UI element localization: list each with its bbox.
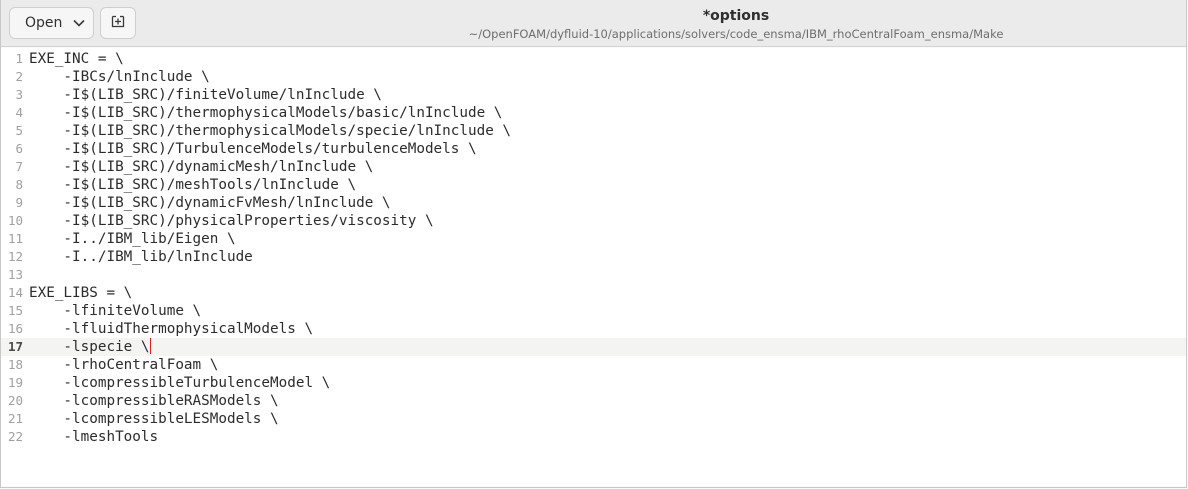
open-button[interactable]: Open (9, 7, 94, 39)
code-line[interactable]: 11 -I../IBM_lib/Eigen \ (1, 230, 1186, 248)
code-line[interactable]: 10 -I$(LIB_SRC)/physicalProperties/visco… (1, 212, 1186, 230)
code-line[interactable]: 3 -I$(LIB_SRC)/finiteVolume/lnInclude \ (1, 86, 1186, 104)
code-line[interactable]: 15 -lfiniteVolume \ (1, 302, 1186, 320)
line-text: -I../IBM_lib/lnInclude (29, 248, 253, 266)
line-text: -lcompressibleLESModels \ (29, 410, 279, 428)
line-number: 17 (7, 339, 23, 354)
line-number: 5 (15, 123, 23, 138)
code-line[interactable]: 9 -I$(LIB_SRC)/dynamicFvMesh/lnInclude \ (1, 194, 1186, 212)
line-text-content: EXE_INC = \ (29, 51, 124, 67)
code-line[interactable]: 12 -I../IBM_lib/lnInclude (1, 248, 1186, 266)
line-text-content: -lmeshTools (29, 429, 159, 445)
line-text-content: -lfiniteVolume \ (29, 303, 202, 319)
code-line[interactable]: 22 -lmeshTools (1, 428, 1186, 446)
line-text: -I../IBM_lib/Eigen \ (29, 230, 236, 248)
line-number: 11 (7, 231, 23, 246)
line-text: EXE_LIBS = \ (29, 284, 132, 302)
line-text-content: -I$(LIB_SRC)/thermophysicalModels/basic/… (29, 105, 503, 121)
line-text-content: -I$(LIB_SRC)/thermophysicalModels/specie… (29, 123, 512, 139)
line-number: 9 (15, 195, 23, 210)
line-number: 22 (7, 429, 23, 444)
line-text-content: -lcompressibleTurbulenceModel \ (29, 375, 331, 391)
header-bar: Open *options ~/OpenFOAM/dyfluid-10/appl… (1, 0, 1186, 47)
code-line[interactable]: 17 -lspecie \ (1, 338, 1186, 356)
line-text-content: -I$(LIB_SRC)/dynamicFvMesh/lnInclude \ (29, 195, 391, 211)
code-line[interactable]: 7 -I$(LIB_SRC)/dynamicMesh/lnInclude \ (1, 158, 1186, 176)
text-editor-window: Open *options ~/OpenFOAM/dyfluid-10/appl… (0, 0, 1187, 488)
code-line[interactable]: 14 EXE_LIBS = \ (1, 284, 1186, 302)
code-line[interactable]: 2 -IBCs/lnInclude \ (1, 68, 1186, 86)
code-line[interactable]: 4 -I$(LIB_SRC)/thermophysicalModels/basi… (1, 104, 1186, 122)
line-number: 19 (7, 375, 23, 390)
line-text-content: -lspecie \ (29, 339, 150, 355)
line-number: 12 (7, 249, 23, 264)
line-number: 8 (15, 177, 23, 192)
code-line[interactable]: 5 -I$(LIB_SRC)/thermophysicalModels/spec… (1, 122, 1186, 140)
line-text: -lfiniteVolume \ (29, 302, 201, 320)
line-number: 2 (15, 69, 23, 84)
line-number: 3 (15, 87, 23, 102)
code-line[interactable]: 6 -I$(LIB_SRC)/TurbulenceModels/turbulen… (1, 140, 1186, 158)
code-line[interactable]: 20 -lcompressibleRASModels \ (1, 392, 1186, 410)
code-line[interactable]: 16 -lfluidThermophysicalModels \ (1, 320, 1186, 338)
line-text: -I$(LIB_SRC)/physicalProperties/viscosit… (29, 212, 434, 230)
line-text: -I$(LIB_SRC)/meshTools/lnInclude \ (29, 176, 356, 194)
line-text: -I$(LIB_SRC)/thermophysicalModels/specie… (29, 122, 511, 140)
document-path: ~/OpenFOAM/dyfluid-10/applications/solve… (468, 27, 1004, 41)
line-text: EXE_INC = \ (29, 50, 124, 68)
title-block: *options ~/OpenFOAM/dyfluid-10/applicati… (331, 6, 1141, 42)
line-text-content: -lcompressibleRASModels \ (29, 393, 279, 409)
line-text: -I$(LIB_SRC)/thermophysicalModels/basic/… (29, 104, 502, 122)
code-lines: 1 EXE_INC = \ 2 -IBCs/lnInclude \ 3 -I$(LIB… (1, 50, 1186, 446)
line-text-content: -IBCs/lnInclude \ (29, 69, 210, 85)
new-tab-button[interactable] (100, 7, 136, 39)
line-text-content: -I../IBM_lib/lnInclude (29, 249, 253, 265)
new-tab-icon (110, 13, 126, 33)
line-text: -lcompressibleTurbulenceModel \ (29, 374, 330, 392)
line-number: 18 (7, 357, 23, 372)
line-number: 21 (7, 411, 23, 426)
chevron-down-icon (73, 17, 85, 29)
text-cursor (149, 338, 151, 354)
open-button-label: Open (25, 15, 63, 31)
line-number: 15 (7, 303, 23, 318)
line-text-content: -I../IBM_lib/Eigen \ (29, 231, 236, 247)
line-number: 13 (7, 267, 23, 282)
line-text: -I$(LIB_SRC)/dynamicMesh/lnInclude \ (29, 158, 373, 176)
line-text: -I$(LIB_SRC)/finiteVolume/lnInclude \ (29, 86, 382, 104)
code-line[interactable]: 21 -lcompressibleLESModels \ (1, 410, 1186, 428)
line-text-content: -I$(LIB_SRC)/physicalProperties/viscosit… (29, 213, 434, 229)
line-number: 20 (7, 393, 23, 408)
line-number: 14 (7, 285, 23, 300)
line-text-content: -lrhoCentralFoam \ (29, 357, 219, 373)
line-number: 4 (15, 105, 23, 120)
line-text-content: -I$(LIB_SRC)/finiteVolume/lnInclude \ (29, 87, 382, 103)
line-text: -lmeshTools (29, 428, 158, 446)
code-line[interactable]: 8 -I$(LIB_SRC)/meshTools/lnInclude \ (1, 176, 1186, 194)
line-number: 6 (15, 141, 23, 156)
line-text-content: EXE_LIBS = \ (29, 285, 133, 301)
line-text: -IBCs/lnInclude \ (29, 68, 210, 86)
line-text-content: -lcompressibleLESModels \ (29, 411, 279, 427)
line-text-content: -I$(LIB_SRC)/meshTools/lnInclude \ (29, 177, 357, 193)
line-number: 1 (15, 51, 23, 66)
code-line[interactable]: 13 (1, 266, 1186, 284)
line-number: 16 (7, 321, 23, 336)
line-text: -lfluidThermophysicalModels \ (29, 320, 313, 338)
line-number: 7 (15, 159, 23, 174)
text-editor-area[interactable]: 1 EXE_INC = \ 2 -IBCs/lnInclude \ 3 -I$(LIB… (1, 48, 1186, 486)
line-number: 10 (7, 213, 23, 228)
line-text-content: -I$(LIB_SRC)/TurbulenceModels/turbulence… (29, 141, 477, 157)
document-title: *options (702, 8, 770, 24)
code-line[interactable]: 1 EXE_INC = \ (1, 50, 1186, 68)
line-text: -lrhoCentralFoam \ (29, 356, 218, 374)
code-line[interactable]: 18 -lrhoCentralFoam \ (1, 356, 1186, 374)
line-text: -lspecie \ (29, 338, 151, 356)
line-text: -I$(LIB_SRC)/TurbulenceModels/turbulence… (29, 140, 477, 158)
line-text: -I$(LIB_SRC)/dynamicFvMesh/lnInclude \ (29, 194, 391, 212)
line-text-content: -lfluidThermophysicalModels \ (29, 321, 314, 337)
line-text-content: -I$(LIB_SRC)/dynamicMesh/lnInclude \ (29, 159, 374, 175)
line-text: -lcompressibleRASModels \ (29, 392, 279, 410)
code-line[interactable]: 19 -lcompressibleTurbulenceModel \ (1, 374, 1186, 392)
